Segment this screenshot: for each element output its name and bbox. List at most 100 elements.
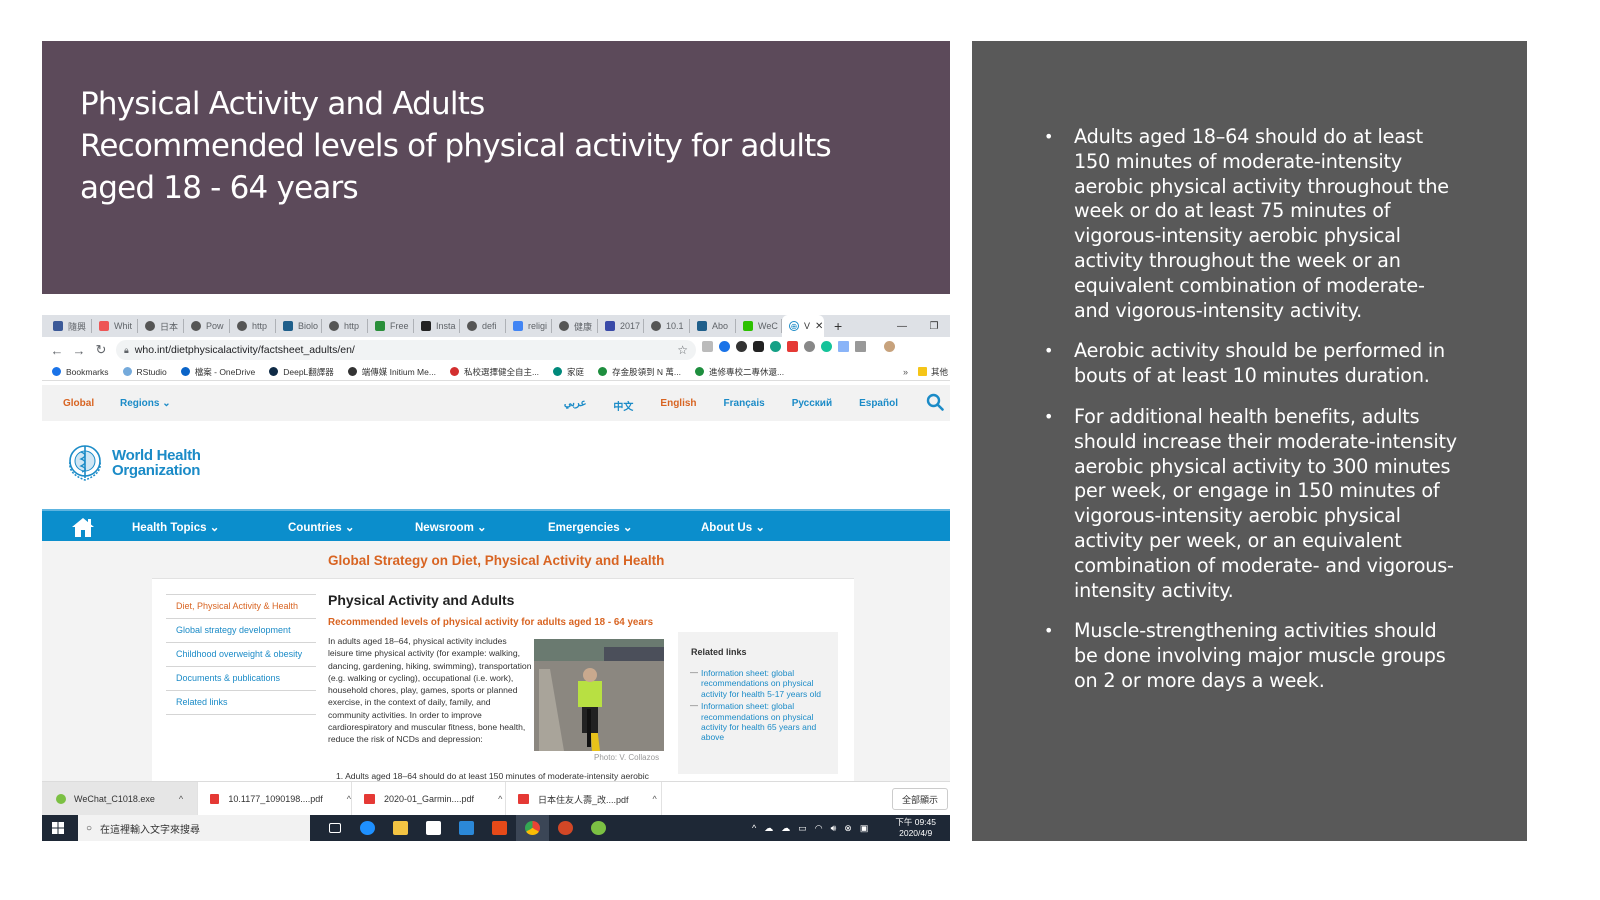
edge-icon[interactable] — [351, 815, 384, 841]
lang-english[interactable]: English — [660, 398, 696, 413]
browser-tab[interactable]: http — [322, 319, 368, 333]
reload-icon[interactable]: ↻ — [90, 342, 112, 358]
browser-tab[interactable]: 日本 — [138, 319, 184, 333]
onedrive-icon[interactable]: ☁ — [764, 823, 773, 834]
bookmark-item[interactable]: DeepL翻譯器 — [269, 366, 334, 378]
address-bar[interactable]: 🔒︎ who.int/dietphysicalactivity/factshee… — [116, 340, 696, 360]
new-tab-button[interactable]: + — [834, 318, 842, 334]
download-item[interactable]: 日本住友人壽_改....pdf ^ — [506, 782, 662, 816]
extension-icon[interactable] — [804, 341, 815, 352]
lang-spanish[interactable]: Español — [859, 398, 898, 413]
nav-health-topics[interactable]: Health Topics ⌄ — [132, 520, 219, 534]
bookmark-item[interactable]: Bookmarks — [52, 367, 109, 377]
browser-tab[interactable]: Whit — [92, 319, 138, 333]
browser-tab[interactable]: WeC — [736, 319, 782, 333]
store-icon[interactable] — [417, 815, 450, 841]
show-all-downloads-button[interactable]: 全部顯示 — [891, 788, 948, 810]
extension-icon[interactable] — [753, 341, 764, 352]
download-item[interactable]: 2020-01_Garmin....pdf ^ — [352, 782, 506, 816]
chevron-up-icon[interactable]: ^ — [653, 794, 657, 804]
bookmark-item[interactable]: 私校選擇健全自主... — [449, 366, 539, 378]
extension-icon[interactable] — [736, 341, 747, 352]
lang-russian[interactable]: Русский — [792, 398, 832, 413]
browser-tab[interactable]: religi — [506, 319, 552, 333]
file-explorer-icon[interactable] — [384, 815, 417, 841]
related-link[interactable]: Information sheet: global recommendation… — [690, 701, 826, 743]
chevron-up-icon[interactable]: ^ — [347, 794, 351, 804]
extension-icon[interactable] — [770, 341, 781, 352]
grammarly-icon[interactable] — [821, 341, 832, 352]
lang-french[interactable]: Français — [724, 398, 765, 413]
chevron-up-icon[interactable]: ^ — [179, 794, 183, 804]
taskbar-clock[interactable]: 下午 09:45 2020/4/9 — [895, 817, 936, 839]
nav-countries[interactable]: Countries ⌄ — [288, 520, 355, 534]
extension-icon[interactable] — [719, 341, 730, 352]
download-item[interactable]: 10.1177_1090198....pdf ^ — [198, 782, 352, 816]
browser-tab[interactable]: 隨興 — [46, 319, 92, 333]
windows-start-icon[interactable] — [52, 822, 64, 834]
bookmark-item[interactable]: 檔案 - OneDrive — [180, 366, 255, 378]
task-view-icon[interactable] — [318, 815, 351, 841]
wechat-icon[interactable] — [582, 815, 615, 841]
search-icon[interactable] — [926, 393, 944, 411]
office-icon[interactable] — [483, 815, 516, 841]
home-icon[interactable] — [70, 516, 96, 538]
volume-icon[interactable]: 🔊︎ — [831, 823, 837, 834]
browser-tab[interactable]: 健康 — [552, 319, 598, 333]
profile-avatar[interactable] — [884, 341, 895, 352]
chrome-icon[interactable] — [516, 815, 549, 841]
browser-tab[interactable]: Free — [368, 319, 414, 333]
browser-tab[interactable]: Pow — [184, 319, 230, 333]
forward-icon[interactable]: → — [68, 343, 90, 358]
taskbar-search[interactable]: ○ 在這裡輸入文字來搜尋 — [78, 815, 310, 841]
related-link[interactable]: Information sheet: global recommendation… — [690, 668, 826, 699]
sidenav-item-childhood[interactable]: Childhood overweight & obesity — [166, 642, 316, 666]
lang-chinese[interactable]: 中文 — [613, 398, 633, 413]
back-icon[interactable]: ← — [46, 343, 68, 358]
cloud-icon[interactable]: ☁ — [781, 823, 790, 834]
sidenav-item-diet[interactable]: Diet, Physical Activity & Health — [166, 594, 316, 618]
extension-icon[interactable] — [787, 341, 798, 352]
close-icon[interactable]: ✕ — [815, 321, 823, 332]
wifi-icon[interactable]: ◠ — [815, 823, 823, 834]
sidenav-item-documents[interactable]: Documents & publications — [166, 666, 316, 690]
bookmark-item[interactable]: 家庭 — [553, 366, 584, 378]
nav-about-us[interactable]: About Us ⌄ — [701, 520, 765, 534]
minimize-button[interactable]: — — [886, 321, 918, 332]
bookmark-item[interactable]: 端傳媒 Initium Me... — [347, 366, 436, 378]
who-logo[interactable]: World Health Organization — [62, 440, 201, 486]
nav-emergencies[interactable]: Emergencies ⌄ — [548, 520, 632, 534]
sidenav-item-strategy[interactable]: Global strategy development — [166, 618, 316, 642]
bookmark-star-icon[interactable]: ☆ — [677, 343, 688, 357]
bookmarks-overflow-button[interactable]: » — [903, 367, 908, 377]
download-item[interactable]: WeChat_C1018.exe ^ — [42, 782, 198, 816]
restore-button[interactable]: ❐ — [918, 321, 950, 332]
browser-tab[interactable]: 10.1 — [644, 319, 690, 333]
mail-icon[interactable] — [450, 815, 483, 841]
bookmark-item[interactable]: 存金股領到 N 萬... — [598, 366, 681, 378]
global-link[interactable]: Global — [63, 398, 94, 409]
browser-tab[interactable]: defi — [460, 319, 506, 333]
browser-tab[interactable]: Insta — [414, 319, 460, 333]
tab-active[interactable]: ⊕ V ✕ — [782, 315, 824, 337]
nav-newsroom[interactable]: Newsroom ⌄ — [415, 520, 487, 534]
other-bookmarks[interactable]: 其他 — [917, 366, 948, 378]
bookmark-item[interactable]: 進修專校二專休還... — [695, 366, 784, 378]
battery-icon[interactable]: ▭ — [798, 823, 807, 834]
browser-tab[interactable]: Biolo — [276, 319, 322, 333]
input-method-icon[interactable]: ▣ — [860, 823, 869, 834]
powerpoint-icon[interactable] — [549, 815, 582, 841]
lang-arabic[interactable]: عربي — [564, 398, 587, 413]
status-icon[interactable]: ⊗ — [844, 823, 852, 834]
sidenav-item-related[interactable]: Related links — [166, 690, 316, 714]
extension-icon[interactable] — [855, 341, 866, 352]
dropbox-icon[interactable] — [702, 341, 713, 352]
extension-icon[interactable] — [838, 341, 849, 352]
bookmark-item[interactable]: RStudio — [122, 367, 167, 377]
regions-dropdown[interactable]: Regions ⌄ — [120, 398, 171, 409]
browser-tab[interactable]: 2017 — [598, 319, 644, 333]
tray-overflow-icon[interactable]: ^ — [752, 823, 756, 834]
browser-tab[interactable]: http — [230, 319, 276, 333]
browser-tab[interactable]: Abo — [690, 319, 736, 333]
chevron-up-icon[interactable]: ^ — [498, 794, 502, 804]
